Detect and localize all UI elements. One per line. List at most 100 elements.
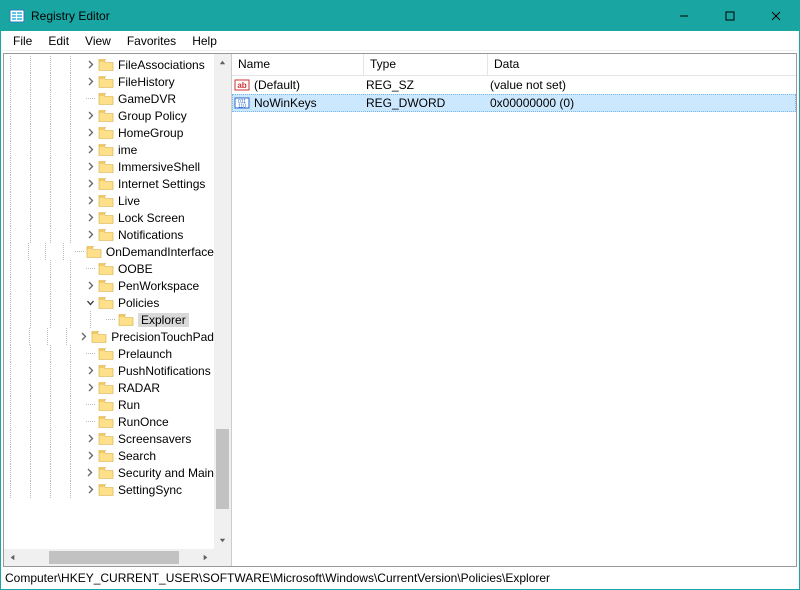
- tree-node-label[interactable]: Screensavers: [118, 432, 191, 446]
- tree-node-label[interactable]: Search: [118, 449, 156, 463]
- chevron-right-icon[interactable]: [84, 467, 96, 479]
- chevron-right-icon[interactable]: [84, 229, 96, 241]
- tree-node[interactable]: Group Policy: [4, 107, 214, 124]
- tree-node[interactable]: SettingSync: [4, 481, 214, 498]
- tree-node[interactable]: OnDemandInterface: [4, 243, 214, 260]
- chevron-right-icon[interactable]: [79, 331, 90, 343]
- tree-node[interactable]: Internet Settings: [4, 175, 214, 192]
- menu-edit[interactable]: Edit: [40, 32, 77, 50]
- chevron-right-icon[interactable]: [84, 484, 96, 496]
- tree-node-label[interactable]: PenWorkspace: [118, 279, 199, 293]
- tree-node-label[interactable]: Lock Screen: [118, 211, 185, 225]
- value-row[interactable]: (Default)REG_SZ(value not set): [232, 76, 796, 94]
- tree-node[interactable]: RADAR: [4, 379, 214, 396]
- tree-node[interactable]: Run: [4, 396, 214, 413]
- chevron-right-icon[interactable]: [84, 178, 96, 190]
- chevron-right-icon[interactable]: [84, 450, 96, 462]
- tree-node[interactable]: HomeGroup: [4, 124, 214, 141]
- tree-node[interactable]: Live: [4, 192, 214, 209]
- tree-node[interactable]: Notifications: [4, 226, 214, 243]
- menu-view[interactable]: View: [77, 32, 119, 50]
- tree-node[interactable]: PrecisionTouchPad: [4, 328, 214, 345]
- tree-node-label[interactable]: RADAR: [118, 381, 160, 395]
- tree-node[interactable]: ImmersiveShell: [4, 158, 214, 175]
- tree-node-label[interactable]: RunOnce: [118, 415, 169, 429]
- tree-node[interactable]: Search: [4, 447, 214, 464]
- tree-node[interactable]: FileHistory: [4, 73, 214, 90]
- tree-node[interactable]: GameDVR: [4, 90, 214, 107]
- menu-file[interactable]: File: [5, 32, 40, 50]
- tree-node[interactable]: ime: [4, 141, 214, 158]
- scroll-down-arrow-icon[interactable]: [214, 532, 231, 549]
- tree-node-label[interactable]: Notifications: [118, 228, 183, 242]
- tree-node[interactable]: PushNotifications: [4, 362, 214, 379]
- values-list[interactable]: (Default)REG_SZ(value not set)NoWinKeysR…: [232, 76, 796, 566]
- tree-horizontal-scrollbar[interactable]: [4, 549, 214, 566]
- tree-node-label[interactable]: PushNotifications: [118, 364, 211, 378]
- tree-node-label[interactable]: Explorer: [138, 313, 189, 327]
- scroll-up-arrow-icon[interactable]: [214, 54, 231, 71]
- tree-node-label[interactable]: Group Policy: [118, 109, 187, 123]
- chevron-right-icon[interactable]: [84, 76, 96, 88]
- chevron-right-icon[interactable]: [84, 280, 96, 292]
- tree-node[interactable]: Security and Main: [4, 464, 214, 481]
- menu-help[interactable]: Help: [184, 32, 225, 50]
- close-button[interactable]: [753, 1, 799, 31]
- tree-node-label[interactable]: HomeGroup: [118, 126, 183, 140]
- tree-node-label[interactable]: Run: [118, 398, 140, 412]
- tree-node-label[interactable]: ime: [118, 143, 137, 157]
- chevron-right-icon[interactable]: [84, 110, 96, 122]
- scroll-right-arrow-icon[interactable]: [197, 549, 214, 566]
- tree-node[interactable]: Screensavers: [4, 430, 214, 447]
- tree-node-label[interactable]: FileAssociations: [118, 58, 205, 72]
- scroll-left-arrow-icon[interactable]: [4, 549, 21, 566]
- column-header-type[interactable]: Type: [364, 54, 488, 75]
- maximize-button[interactable]: [707, 1, 753, 31]
- folder-icon: [98, 58, 114, 72]
- column-header-data[interactable]: Data: [488, 54, 796, 75]
- tree-node[interactable]: Prelaunch: [4, 345, 214, 362]
- tree-node-label[interactable]: Prelaunch: [118, 347, 172, 361]
- tree-vertical-scrollbar[interactable]: [214, 54, 231, 549]
- tree-node-label[interactable]: GameDVR: [118, 92, 176, 106]
- folder-icon: [98, 483, 114, 497]
- tree-node[interactable]: FileAssociations: [4, 56, 214, 73]
- chevron-right-icon[interactable]: [84, 382, 96, 394]
- minimize-button[interactable]: [661, 1, 707, 31]
- chevron-right-icon[interactable]: [84, 144, 96, 156]
- scroll-track[interactable]: [214, 71, 231, 532]
- value-data: 0x00000000 (0): [490, 96, 574, 110]
- tree-node-label[interactable]: FileHistory: [118, 75, 175, 89]
- tree-node-label[interactable]: OnDemandInterface: [106, 245, 214, 259]
- chevron-right-icon[interactable]: [84, 365, 96, 377]
- scroll-thumb[interactable]: [49, 551, 179, 564]
- titlebar[interactable]: Registry Editor: [1, 1, 799, 31]
- chevron-right-icon[interactable]: [84, 433, 96, 445]
- tree-node-label[interactable]: Internet Settings: [118, 177, 205, 191]
- chevron-right-icon[interactable]: [84, 127, 96, 139]
- chevron-right-icon[interactable]: [84, 59, 96, 71]
- scroll-thumb[interactable]: [216, 429, 229, 509]
- chevron-right-icon[interactable]: [84, 212, 96, 224]
- chevron-down-icon[interactable]: [84, 297, 96, 309]
- tree-node-label[interactable]: Policies: [118, 296, 159, 310]
- column-header-name[interactable]: Name: [232, 54, 364, 75]
- menu-favorites[interactable]: Favorites: [119, 32, 184, 50]
- value-row[interactable]: NoWinKeysREG_DWORD0x00000000 (0): [232, 94, 796, 112]
- tree-node[interactable]: Policies: [4, 294, 214, 311]
- tree-node-label[interactable]: OOBE: [118, 262, 153, 276]
- tree-node-label[interactable]: SettingSync: [118, 483, 182, 497]
- tree-node[interactable]: RunOnce: [4, 413, 214, 430]
- scroll-track[interactable]: [21, 549, 197, 566]
- tree-node[interactable]: Lock Screen: [4, 209, 214, 226]
- tree-node[interactable]: Explorer: [4, 311, 214, 328]
- tree-node[interactable]: OOBE: [4, 260, 214, 277]
- tree-node-label[interactable]: PrecisionTouchPad: [111, 330, 214, 344]
- tree-node-label[interactable]: Security and Main: [118, 466, 214, 480]
- chevron-right-icon[interactable]: [84, 195, 96, 207]
- tree-node-label[interactable]: ImmersiveShell: [118, 160, 200, 174]
- tree-node[interactable]: PenWorkspace: [4, 277, 214, 294]
- chevron-right-icon[interactable]: [84, 161, 96, 173]
- registry-tree[interactable]: FileAssociations FileHistory GameDVR Group …: [4, 54, 214, 549]
- tree-node-label[interactable]: Live: [118, 194, 140, 208]
